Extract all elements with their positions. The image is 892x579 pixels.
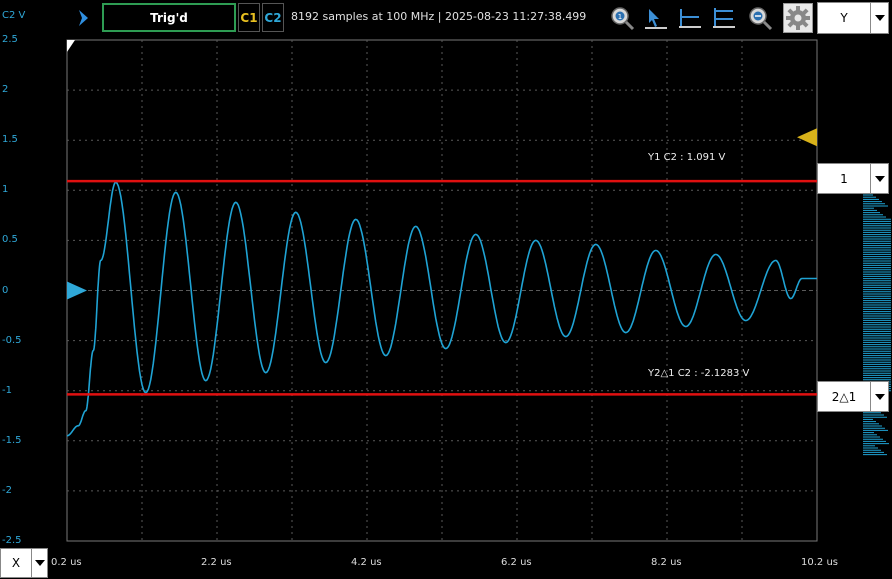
y-tick-label: -1.5 xyxy=(2,434,22,446)
y-tick-label: 1.5 xyxy=(2,134,18,146)
chevron-down-icon xyxy=(870,164,888,193)
chevron-down-icon xyxy=(870,382,888,411)
y-tick-label: -2 xyxy=(2,484,12,496)
cursor1-select-value: 1 xyxy=(840,171,848,186)
x-axis-select[interactable]: X xyxy=(0,548,48,578)
x-tick-label: 0.2 us xyxy=(51,557,82,568)
x-tick-label: 2.2 us xyxy=(201,557,232,568)
y-tick-label: -1 xyxy=(2,384,12,396)
y-tick-label: -0.5 xyxy=(2,334,22,346)
trigger-position-marker xyxy=(67,40,75,52)
cursor1-select[interactable]: 1 xyxy=(817,163,889,194)
chevron-down-icon xyxy=(31,549,47,577)
y-tick-label: 0 xyxy=(2,284,9,296)
trigger-level-marker xyxy=(797,128,817,147)
y-tick-label: -2.5 xyxy=(2,535,22,546)
cursor2-select[interactable]: 2△1 xyxy=(817,381,889,412)
cursor2-select-value: 2△1 xyxy=(831,389,857,404)
ground-marker xyxy=(67,281,87,300)
waveform-plot[interactable] xyxy=(0,0,892,579)
cursor-y1-readout: Y1 C2 : 1.091 V xyxy=(648,152,726,163)
x-tick-label: 4.2 us xyxy=(351,557,382,568)
y-tick-label: 0.5 xyxy=(2,234,18,246)
x-axis-select-value: X xyxy=(11,556,21,570)
x-tick-label: 8.2 us xyxy=(651,557,682,568)
cursor-y2-readout: Y2△1 C2 : -2.1283 V xyxy=(648,368,750,379)
x-tick-label: 10.2 us xyxy=(801,557,838,568)
y-tick-label: 2.5 xyxy=(2,34,18,45)
x-tick-label: 6.2 us xyxy=(501,557,532,568)
y-tick-label: 1 xyxy=(2,184,9,196)
y-tick-label: 2 xyxy=(2,84,9,96)
